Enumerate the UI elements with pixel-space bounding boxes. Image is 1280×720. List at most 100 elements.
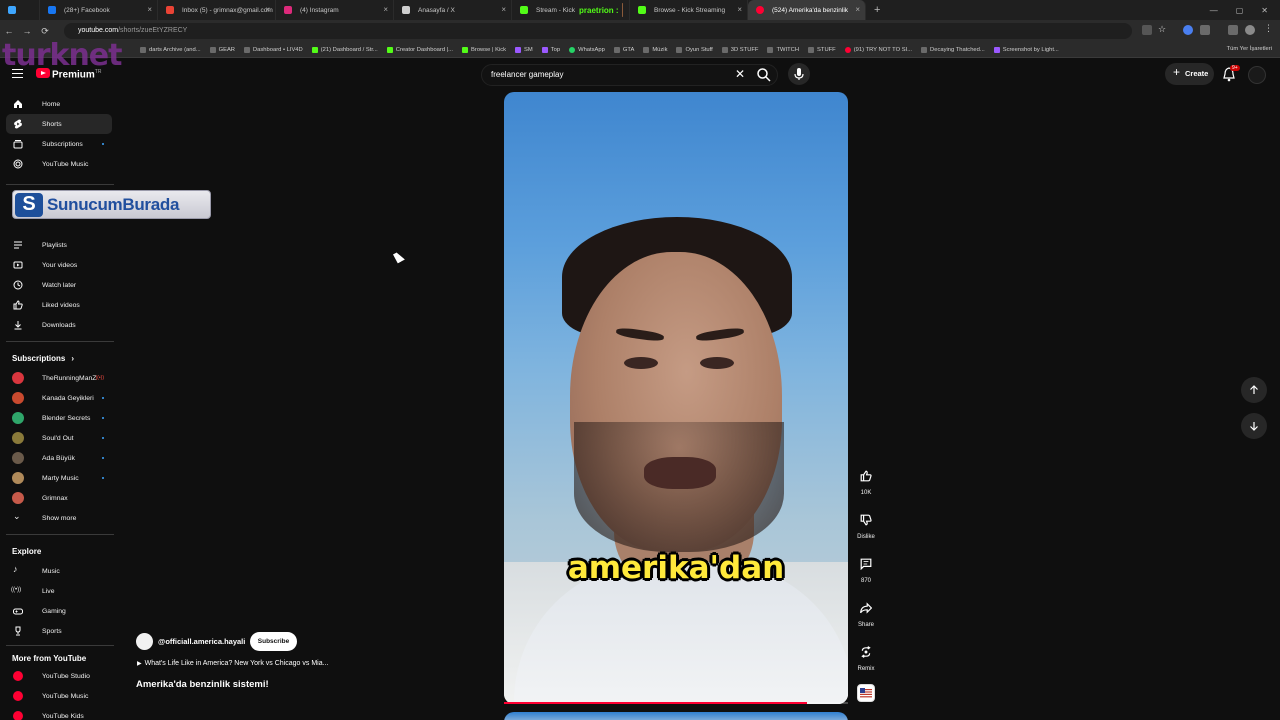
sidebar-item-live[interactable]: ((•)) Live — [6, 581, 112, 601]
bookmark-item[interactable]: Müzik — [643, 46, 667, 53]
channel-handle[interactable]: @officiall.america.hayali — [158, 637, 245, 646]
sidebar-item-sports[interactable]: Sports — [6, 621, 112, 641]
back-icon[interactable]: ← — [0, 26, 18, 36]
like-action[interactable]: 10K — [851, 465, 881, 496]
bookmark-item[interactable]: (91) TRY NOT TO SI... — [844, 46, 912, 53]
sidebar-subscription[interactable]: Grimnax — [6, 488, 112, 508]
extension-icon[interactable] — [1200, 25, 1210, 35]
extension-icon[interactable] — [1228, 25, 1238, 35]
linked-video[interactable]: ▶ What's Life Like in America? New York v… — [137, 660, 328, 667]
bookmark-item[interactable]: SM — [515, 46, 533, 53]
sidebar-subscriptions-heading[interactable]: Subscriptions › — [0, 348, 120, 368]
bookmark-item[interactable]: WhatsApp — [569, 46, 605, 53]
bookmark-item[interactable]: TWITCH — [767, 46, 799, 53]
kebab-menu-icon[interactable]: ⋮ — [1264, 23, 1274, 33]
sidebar-item-gaming[interactable]: Gaming — [6, 601, 112, 621]
bookmark-item[interactable]: darts Archive (and... — [140, 46, 201, 53]
browser-tab-x[interactable]: Anasayfa / X × — [394, 0, 512, 20]
bookmark-item[interactable]: Decaying Thatched... — [921, 46, 985, 53]
short-video-player[interactable]: amerika'dan — [504, 92, 848, 704]
share-action[interactable]: Share — [851, 597, 881, 628]
sidebar-item-downloads[interactable]: Downloads — [6, 315, 112, 335]
share-button[interactable] — [855, 597, 877, 619]
comments-button[interactable] — [855, 553, 877, 575]
install-icon[interactable] — [1142, 25, 1152, 35]
close-icon[interactable]: × — [737, 5, 742, 14]
sidebar-item-home[interactable]: Home — [6, 94, 112, 114]
bookmark-item[interactable]: Oyun Stuff — [676, 46, 713, 53]
account-avatar[interactable] — [1248, 66, 1266, 84]
search-input[interactable]: freelancer gameplay — [481, 64, 778, 86]
sidebar-item-playlists[interactable]: Playlists — [6, 235, 112, 255]
new-tab-button[interactable]: + — [866, 4, 888, 16]
bookmark-item[interactable]: GEAR — [209, 46, 235, 53]
previous-short-button[interactable] — [1241, 377, 1267, 403]
browser-tab-pinned[interactable] — [0, 0, 40, 20]
bookmark-item[interactable]: Browse | Kick — [462, 46, 506, 53]
next-short-button[interactable] — [1241, 413, 1267, 439]
channel-avatar[interactable] — [136, 633, 153, 650]
browser-tab-youtube[interactable]: (524) Amerika'da benzinlik × — [748, 0, 866, 20]
hamburger-menu-icon[interactable] — [12, 69, 23, 78]
bookmark-item[interactable]: STUFF — [808, 46, 836, 53]
browser-tab-kick-browse[interactable]: Browse - Kick Streaming × — [630, 0, 748, 20]
bookmark-item[interactable]: GTA — [613, 46, 634, 53]
all-bookmarks[interactable]: Tüm Yer İşaretleri — [1227, 46, 1272, 52]
reload-icon[interactable]: ⟳ — [36, 26, 54, 37]
sidebar-subscription[interactable]: Kanada Geyikleri — [6, 388, 112, 408]
minimize-icon[interactable]: — — [1210, 6, 1218, 15]
bookmark-item[interactable]: Creator Dashboard |... — [386, 46, 453, 53]
search-icon[interactable] — [756, 67, 772, 83]
sidebar-subscription[interactable]: Ada Büyük — [6, 448, 112, 468]
create-button[interactable]: Create — [1165, 63, 1214, 85]
browser-tab-kick-stream[interactable]: Stream - Kick praetrion : — [512, 0, 630, 20]
sidebar-item-youtube-studio[interactable]: YouTube Studio — [6, 666, 112, 686]
sidebar-item-your-videos[interactable]: Your videos — [6, 255, 112, 275]
dislike-button[interactable] — [855, 509, 877, 531]
sidebar-item-watch-later[interactable]: Watch later — [6, 275, 112, 295]
sidebar-item-liked-videos[interactable]: Liked videos — [6, 295, 112, 315]
url-field[interactable]: youtube.com/shorts/zueEtYZRECY — [64, 23, 1132, 39]
remix-button[interactable] — [855, 641, 877, 663]
browser-tab-instagram[interactable]: (4) Instagram × — [276, 0, 394, 20]
sidebar-item-music[interactable]: ♪ Music — [6, 561, 112, 581]
sidebar-item-subscriptions[interactable]: Subscriptions — [6, 134, 112, 154]
close-icon[interactable]: × — [265, 5, 270, 14]
sidebar-show-more[interactable]: ⌄ Show more — [6, 508, 112, 528]
sidebar-item-shorts[interactable]: Shorts — [6, 114, 112, 134]
channel-mini-avatar[interactable] — [857, 684, 875, 702]
forward-icon[interactable]: → — [18, 26, 36, 36]
close-icon[interactable]: × — [147, 5, 152, 14]
sidebar-subscription[interactable]: TheRunningManZ ((•)) — [6, 368, 112, 388]
subscribe-button[interactable]: Subscribe — [250, 632, 297, 651]
sidebar-item-youtube-music[interactable]: YouTube Music — [6, 154, 112, 174]
video-progress-bar[interactable] — [504, 702, 848, 704]
youtube-logo-icon[interactable] — [36, 68, 50, 78]
browser-tab-gmail[interactable]: Inbox (5) - grimnax@gmail.com × — [158, 0, 276, 20]
comments-action[interactable]: 870 — [851, 553, 881, 584]
voice-search-button[interactable] — [788, 63, 810, 85]
maximize-icon[interactable]: ▢ — [1236, 6, 1244, 15]
bookmark-item[interactable]: Dashboard • LIV4D — [244, 46, 303, 53]
close-icon[interactable]: × — [501, 5, 506, 14]
sidebar-item-youtube-kids[interactable]: YouTube Kids — [6, 706, 112, 720]
bookmark-item[interactable]: 3D STUFF — [721, 46, 758, 53]
close-icon[interactable]: × — [383, 5, 388, 14]
browser-tab-facebook[interactable]: (28+) Facebook × — [40, 0, 158, 20]
close-window-icon[interactable]: ✕ — [1261, 6, 1268, 15]
close-icon[interactable]: × — [855, 5, 860, 14]
bookmark-item[interactable]: Top — [541, 46, 560, 53]
like-button[interactable] — [855, 465, 877, 487]
bookmark-item[interactable]: Screenshot by Light... — [993, 46, 1059, 53]
sidebar-subscription[interactable]: Soul'd Out — [6, 428, 112, 448]
star-icon[interactable]: ☆ — [1158, 24, 1168, 34]
remix-action[interactable]: Remix — [851, 641, 881, 672]
clear-search-icon[interactable]: ✕ — [735, 67, 745, 81]
bookmark-item[interactable]: (21) Dashboard / Str... — [311, 46, 378, 53]
extension-icon[interactable] — [1183, 25, 1193, 35]
profile-icon[interactable] — [1245, 25, 1255, 35]
sidebar-subscription[interactable]: Marty Music — [6, 468, 112, 488]
sidebar-subscription[interactable]: Blender Secrets — [6, 408, 112, 428]
next-short-preview[interactable] — [504, 712, 848, 720]
dislike-action[interactable]: Dislike — [851, 509, 881, 540]
